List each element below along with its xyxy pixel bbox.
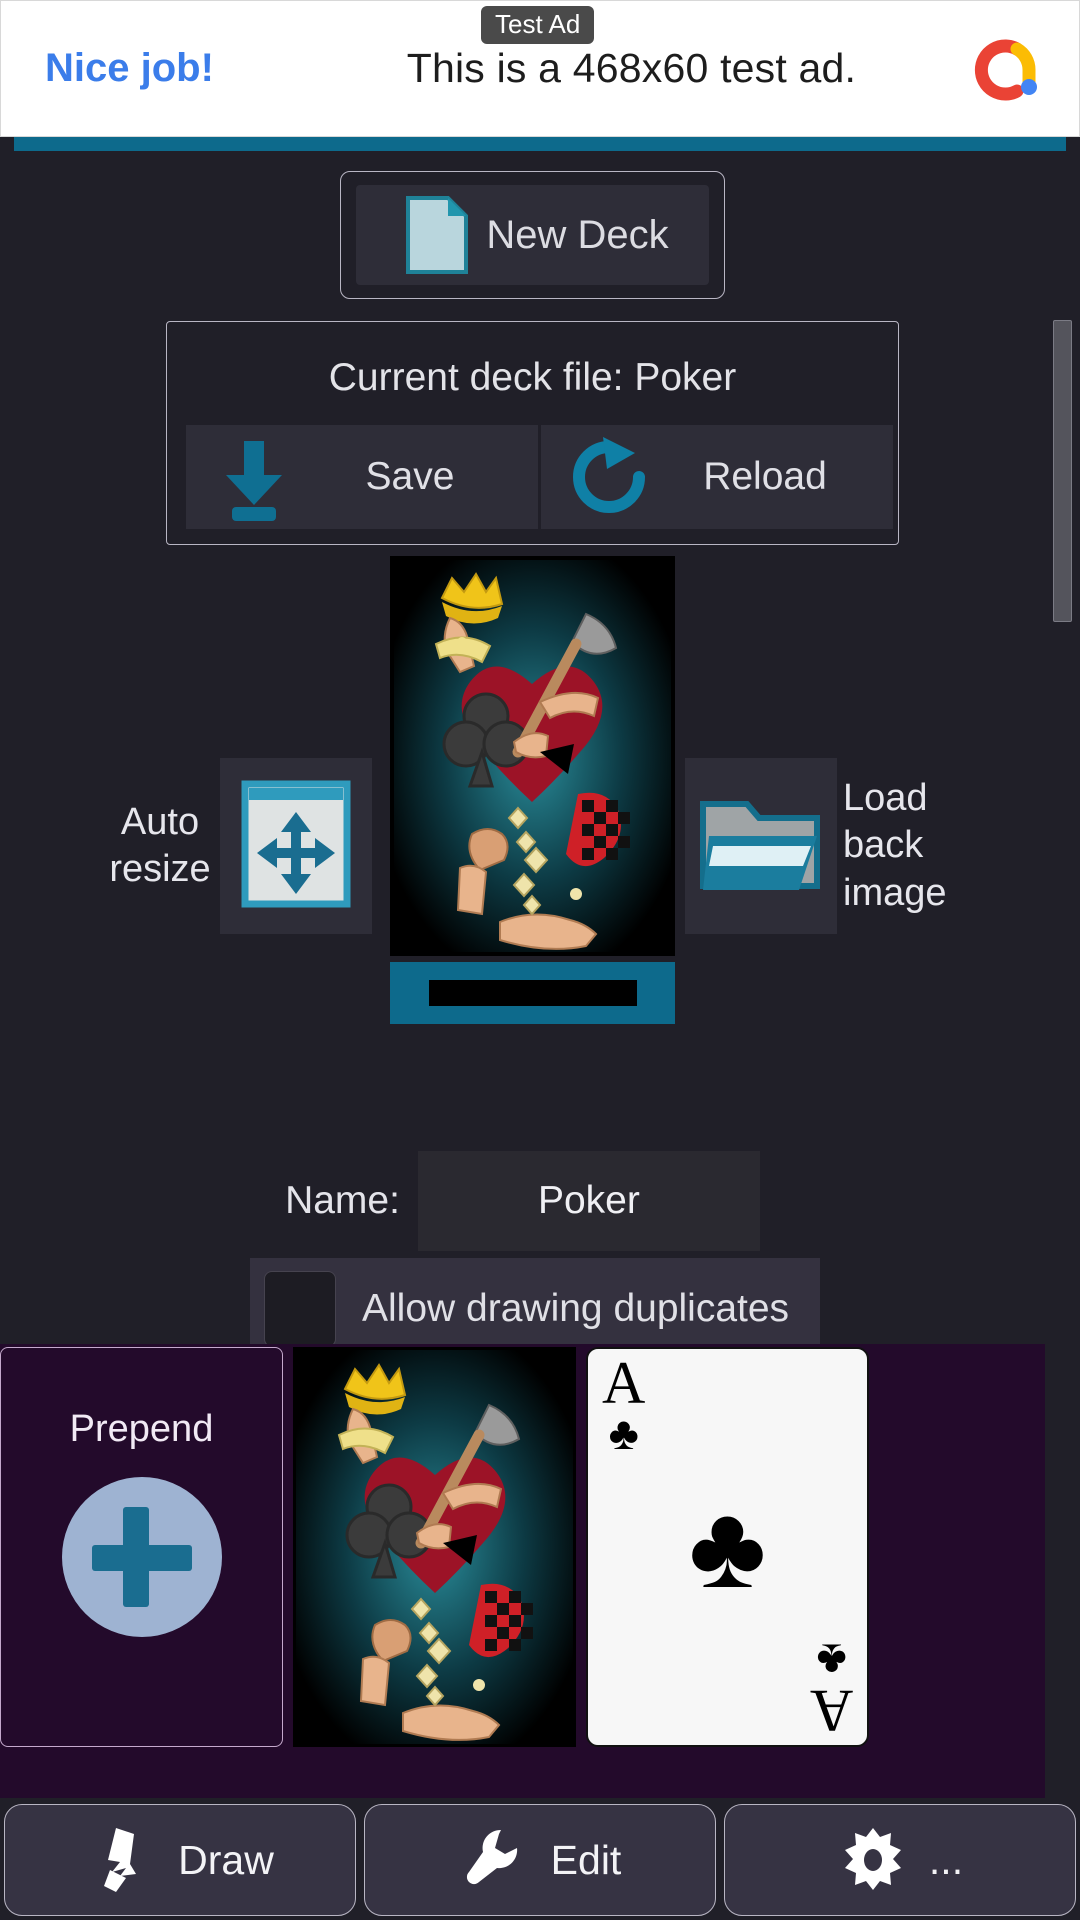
auto-resize-label: Auto resize	[109, 800, 211, 891]
playing-card[interactable]: A ♣ ♣ A ♣	[586, 1347, 869, 1747]
prepend-label: Prepend	[69, 1408, 214, 1450]
deck-editor-scroll-area: New Deck Current deck file: Poker Save R…	[0, 151, 1080, 1360]
document-icon	[406, 196, 468, 274]
resize-arrows-icon	[241, 780, 351, 913]
card-suit-small: ♣	[816, 1635, 847, 1687]
deck-name-input[interactable]: Poker	[417, 1151, 760, 1251]
folder-open-icon	[699, 790, 823, 903]
current-deck-file-panel: Current deck file: Poker Save Reload	[166, 321, 899, 545]
save-button[interactable]: Save	[186, 425, 538, 529]
new-deck-button[interactable]: New Deck	[356, 185, 709, 285]
auto-resize-button[interactable]	[220, 758, 372, 934]
load-back-image-label: Load back image	[843, 776, 947, 914]
nav-draw-label: Draw	[178, 1836, 274, 1883]
card-rank: A	[809, 1678, 853, 1744]
card-suit-small: ♣	[608, 1407, 639, 1459]
new-deck-label: New Deck	[486, 212, 669, 257]
scrollbar[interactable]	[1053, 155, 1077, 1335]
reload-button[interactable]: Reload	[541, 425, 893, 529]
ad-body-text: This is a 468x60 test ad.	[406, 45, 857, 91]
card-rank: A	[602, 1350, 646, 1416]
load-back-image-button[interactable]	[685, 758, 837, 934]
accent-divider	[14, 137, 1066, 151]
allow-duplicates-checkbox[interactable]	[264, 1271, 336, 1347]
card-back-row: Auto resize Load back image	[0, 556, 1045, 1024]
card-item-ace-clubs[interactable]: A ♣ ♣ A ♣	[586, 1347, 869, 1747]
card-corner-bottom-right: A ♣	[809, 1635, 853, 1744]
card-grid: Prepend A ♣ ♣ A ♣	[0, 1344, 1045, 1800]
card-corner-top-left: A ♣	[602, 1350, 646, 1459]
auto-resize-group: Auto resize	[100, 758, 372, 934]
scrollbar-thumb[interactable]	[1053, 320, 1072, 622]
save-label: Save	[365, 455, 455, 498]
card-center-suit: ♣	[688, 1481, 767, 1613]
card-back-preview[interactable]	[390, 556, 675, 956]
allow-duplicates-label: Allow drawing duplicates	[362, 1287, 790, 1330]
gear-icon	[837, 1824, 909, 1896]
reload-label: Reload	[703, 455, 827, 498]
download-icon	[208, 431, 300, 523]
current-deck-file-title: Current deck file: Poker	[328, 356, 737, 399]
slider-track[interactable]	[428, 980, 637, 1006]
ad-cta-text[interactable]: Nice job!	[45, 46, 214, 91]
bottom-navigation: Draw Edit ...	[0, 1798, 1080, 1920]
plus-icon[interactable]	[61, 1477, 222, 1637]
app-root: Nice job! This is a 468x60 test ad. Test…	[0, 0, 1080, 1920]
load-back-image-group: Load back image	[685, 758, 947, 934]
card-item-back[interactable]	[293, 1347, 576, 1747]
nav-more-button[interactable]: ...	[724, 1804, 1076, 1916]
prepend-card-button[interactable]: Prepend	[0, 1347, 283, 1747]
back-image-slider[interactable]	[390, 962, 675, 1024]
deck-file-actions: Save Reload	[186, 425, 893, 529]
deck-name-label: Name:	[285, 1179, 400, 1222]
nav-more-label: ...	[928, 1836, 964, 1883]
refresh-icon	[563, 431, 655, 523]
new-deck-container: New Deck	[340, 171, 725, 299]
deck-name-row: Name: Poker	[0, 1151, 1045, 1251]
nav-edit-button[interactable]: Edit	[364, 1804, 716, 1916]
nav-draw-button[interactable]: Draw	[4, 1804, 356, 1916]
ad-label-badge: Test Ad	[481, 6, 595, 44]
wrench-icon	[459, 1824, 531, 1896]
card-deal-icon	[86, 1824, 158, 1896]
nav-edit-label: Edit	[550, 1836, 622, 1883]
admob-logo-icon	[973, 35, 1043, 105]
